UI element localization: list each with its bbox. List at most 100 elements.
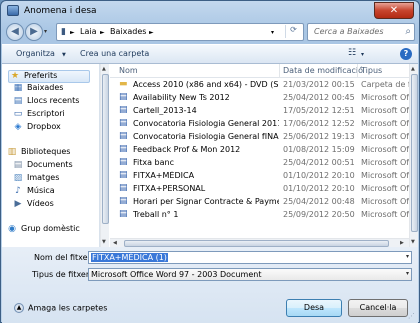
table-row[interactable]: ▤ Fitxa banc 25/04/2012 00:51 Microsoft Off… — [110, 157, 418, 169]
file-date: 17/05/2012 12:51 — [283, 106, 355, 115]
back-icon[interactable]: ◀ — [6, 23, 24, 41]
sidebar-item-label: Llocs recents — [27, 96, 80, 105]
organize-button[interactable]: Organitza — [16, 49, 55, 58]
files-vertical-scrollbar[interactable]: ▲ ▼ — [409, 64, 418, 247]
column-header-row: Nom ^ Data de modificació Tipus — [110, 64, 418, 78]
sidebar-item-biblioteques[interactable]: ▥ Biblioteques — [6, 147, 71, 160]
table-row[interactable]: ▤ Horari per Signar Contracte & Payment I… — [110, 196, 418, 208]
sidebar-item-escriptori[interactable]: ▭ Escriptori — [12, 109, 65, 122]
word-document-icon: ▤ — [119, 92, 128, 102]
title-bar[interactable]: Anomena i desa ✕ — [1, 1, 419, 21]
scrollbar-thumb[interactable] — [411, 74, 418, 232]
sidebar-item-recents[interactable]: ▤ Llocs recents — [12, 96, 80, 109]
file-name: Fitxa banc — [133, 158, 175, 167]
table-row[interactable]: ▬ Access 2010 (x86 and x64) - DVD (Spanis… — [110, 79, 418, 91]
navigation-pane: ★ Preferits ▦ Baixades ▤ Llocs recents ▭ Esc… — [2, 64, 100, 247]
save-form: Nom del fitxer: FITXA+MÈDICA (1) ▾ Tipus… — [2, 247, 418, 323]
recent-pages-icon[interactable]: ▾ — [44, 28, 47, 35]
address-bar[interactable]: ▮ ► Laia ► Baixades ► ▾ ⟳ — [56, 23, 304, 41]
filename-input[interactable]: FITXA+MÈDICA (1) — [91, 253, 168, 262]
file-date: 25/06/2012 19:13 — [283, 132, 355, 141]
sidebar-item-videos[interactable]: ▶ Vídeos — [12, 199, 54, 212]
table-row[interactable]: ▤ FITXA+PERSONAL 01/10/2012 20:10 Microsoft… — [110, 183, 418, 195]
word-document-icon: ▤ — [119, 131, 128, 141]
scrollbar-thumb[interactable] — [102, 74, 109, 224]
scroll-right-icon[interactable]: ▶ — [400, 240, 404, 246]
sidebar-item-baixades[interactable]: ▦ Baixades — [12, 83, 64, 96]
word-document-icon: ▤ — [119, 183, 128, 193]
refresh-icon[interactable]: ⟳ — [285, 25, 301, 38]
hide-folders-button[interactable]: ▲ Amaga les carpetes — [14, 303, 107, 313]
table-row[interactable]: ▤ Convocatoria Fisiologia General 2011-12… — [110, 118, 418, 130]
address-history-icon[interactable]: ▾ — [271, 29, 274, 36]
forward-icon[interactable]: ▶ — [25, 23, 43, 41]
table-row[interactable]: ▤ Feedback Prof & Mon 2012 01/08/2012 15:0… — [110, 144, 418, 156]
word-document-icon: ▤ — [119, 144, 128, 154]
column-header-type[interactable]: Tipus — [361, 66, 382, 75]
view-icon[interactable]: ☷ — [348, 48, 356, 58]
table-row[interactable]: ▤ Cartell_2013-14 17/05/2012 12:51 Microsof… — [110, 105, 418, 117]
resize-grip-icon[interactable]: ⋰ — [408, 312, 415, 320]
table-row[interactable]: ▤ FITXA+MÈDICA 01/10/2012 20:10 Microsoft O… — [110, 170, 418, 182]
recent-places-icon: ▤ — [13, 96, 23, 106]
word-document-icon: ▤ — [119, 157, 128, 167]
save-dialog: Anomena i desa ✕ ◀ ▶ ▾ ▮ ► Laia ► Baixad… — [0, 0, 420, 323]
folder-path-icon: ▮ — [61, 27, 66, 37]
new-folder-button[interactable]: Crea una carpeta — [80, 49, 149, 58]
chevron-down-icon: ▼ — [62, 52, 66, 58]
file-name: Availability New Ts 2012 — [133, 93, 230, 102]
scroll-down-icon[interactable]: ▼ — [102, 239, 106, 245]
search-box[interactable]: Cerca a Baixades ⌕ — [307, 23, 415, 41]
videos-icon: ▶ — [14, 199, 22, 209]
column-divider[interactable] — [279, 64, 280, 78]
filetype-select[interactable]: Microsoft Office Word 97 - 2003 Document… — [88, 268, 412, 281]
view-options-icon[interactable]: ▾ — [361, 51, 364, 58]
scroll-up-icon[interactable]: ▲ — [102, 66, 106, 72]
file-name: Cartell_2013-14 — [133, 106, 197, 115]
word-document-icon: ▤ — [119, 118, 128, 128]
sidebar-item-musica[interactable]: ♪ Música — [12, 186, 55, 199]
cancel-button[interactable]: Cancel·la — [348, 299, 408, 317]
chevron-down-icon[interactable]: ▾ — [406, 253, 409, 260]
chevron-down-icon[interactable]: ▾ — [406, 270, 409, 277]
sidebar-item-imatges[interactable]: ▨ Imatges — [12, 173, 60, 186]
file-date: 01/10/2012 20:10 — [283, 171, 355, 180]
column-header-name[interactable]: Nom — [119, 66, 138, 75]
table-row[interactable]: ▤ Convocatoria Fisiologia General fINAL 2… — [110, 131, 418, 143]
folder-icon: ▬ — [119, 79, 128, 89]
file-name: Horari per Signar Contracte & Payment I.… — [133, 197, 279, 206]
command-toolbar: Organitza ▼ Crea una carpeta ☷ ▾ ? — [2, 44, 418, 64]
table-row[interactable]: ▤ Treball n° 1 25/09/2012 20:50 Microsoft O… — [110, 209, 418, 221]
files-horizontal-scrollbar[interactable]: ◀ ▶ — [110, 238, 409, 247]
search-input[interactable]: Cerca a Baixades — [314, 27, 384, 36]
sidebar-item-grup-domestic[interactable]: ◉ Grup domèstic — [6, 224, 80, 237]
breadcrumb-laia[interactable]: Laia — [80, 27, 96, 36]
file-date: 25/04/2012 00:48 — [283, 197, 355, 206]
scroll-left-icon[interactable]: ◀ — [113, 240, 117, 246]
file-name: Convocatoria Fisiologia General 2011-12-… — [133, 119, 279, 128]
help-icon[interactable]: ? — [400, 48, 412, 60]
scroll-down-icon[interactable]: ▼ — [411, 239, 415, 245]
sidebar-item-dropbox[interactable]: ◈ Dropbox — [12, 122, 61, 135]
breadcrumb-baixades[interactable]: Baixades — [110, 27, 146, 36]
file-list: Nom ^ Data de modificació Tipus ▬ Access … — [110, 64, 418, 247]
sort-icon: ^ — [230, 64, 236, 69]
search-icon[interactable]: ⌕ — [405, 26, 411, 37]
sidebar-item-documents[interactable]: ▤ Documents — [12, 160, 73, 173]
column-header-date[interactable]: Data de modificació — [283, 66, 363, 75]
collapse-icon: ▲ — [14, 303, 24, 313]
save-button[interactable]: Desa — [286, 299, 342, 317]
word-document-icon: ▤ — [119, 196, 128, 206]
word-document-icon: ▤ — [119, 170, 128, 180]
close-button[interactable]: ✕ — [374, 2, 414, 19]
scrollbar-thumb[interactable] — [124, 240, 389, 247]
documents-icon: ▤ — [13, 160, 23, 170]
scroll-up-icon[interactable]: ▲ — [411, 66, 415, 72]
sidebar-item-preferits[interactable]: ★ Preferits — [8, 70, 90, 83]
column-divider[interactable] — [357, 64, 358, 78]
sidebar-item-label: Documents — [27, 160, 73, 169]
filename-field[interactable]: FITXA+MÈDICA (1) ▾ — [88, 251, 412, 264]
sidebar-scrollbar[interactable]: ▲ ▼ — [100, 64, 109, 247]
file-date: 21/03/2012 00:15 — [283, 80, 355, 89]
table-row[interactable]: ▤ Availability New Ts 2012 25/04/2012 00:4… — [110, 92, 418, 104]
